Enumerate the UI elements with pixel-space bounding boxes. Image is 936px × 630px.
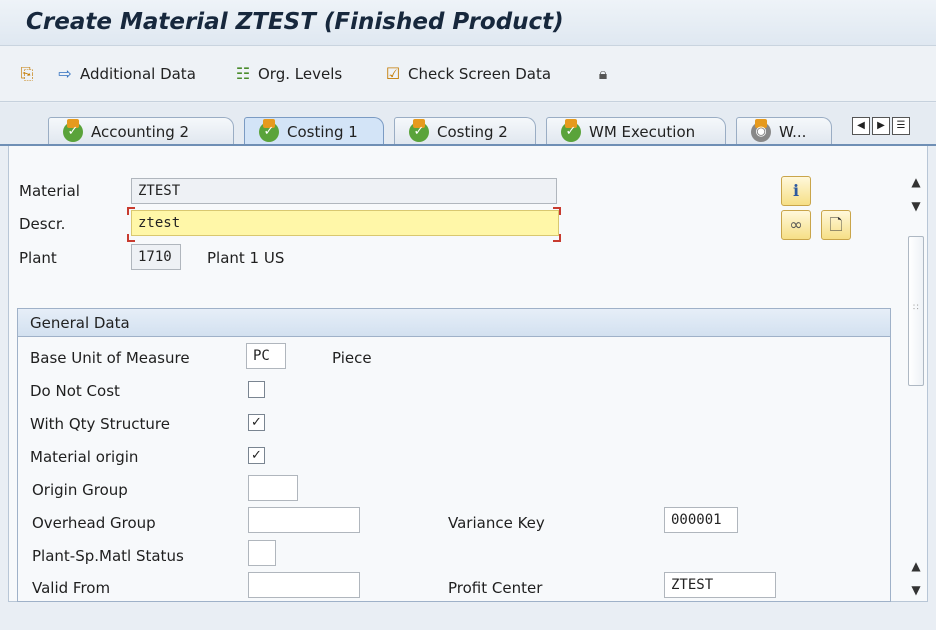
check-screen-data-icon: ☑	[385, 64, 401, 83]
scroll-down-arrow-icon[interactable]: ▼	[906, 582, 926, 598]
lock-button[interactable]: 🔒︎	[594, 62, 612, 86]
do-not-cost-checkbox[interactable]	[248, 381, 265, 398]
scroll-up-arrow-icon[interactable]: ▲	[906, 558, 926, 574]
tab-label: W...	[779, 123, 807, 141]
check-screen-data-label: Check Screen Data	[408, 65, 552, 83]
tab-label: WM Execution	[589, 123, 696, 141]
check-screen-data-button[interactable]: ☑ Check Screen Data	[384, 62, 551, 86]
base-uom-label: Base Unit of Measure	[30, 349, 190, 367]
plant-field: 1710	[131, 244, 181, 270]
info-button[interactable]: i	[781, 176, 811, 206]
tab-label: Costing 2	[437, 123, 508, 141]
plant-label: Plant	[19, 249, 57, 267]
plant-sp-matl-status-label: Plant-Sp.Matl Status	[32, 547, 184, 565]
grip-icon: ∷	[913, 303, 919, 313]
tab-wm-execution[interactable]: ✓ WM Execution	[546, 117, 726, 146]
radio-icon: ◉	[751, 119, 771, 142]
valid-from-label: Valid From	[32, 579, 111, 597]
copy-icon: ⎘	[20, 64, 34, 83]
application-toolbar: ⎘ ⇨ Additional Data ☷ Org. Levels ☑ Chec…	[0, 46, 936, 102]
origin-group-input[interactable]	[248, 475, 298, 501]
org-levels-button[interactable]: ☷ Org. Levels	[234, 62, 342, 86]
focus-bracket	[127, 234, 135, 242]
tab-w-truncated[interactable]: ◉ W...	[736, 117, 832, 146]
page-title: Create Material ZTEST (Finished Product)	[26, 9, 564, 35]
tab-list-button[interactable]: ☰	[892, 117, 910, 135]
plant-text: Plant 1 US	[207, 249, 285, 267]
title-bar: Create Material ZTEST (Finished Product)	[0, 0, 936, 46]
org-levels-label: Org. Levels	[258, 65, 343, 83]
glasses-button[interactable]: ∞	[781, 210, 811, 240]
variance-key-input[interactable]: 000001	[664, 507, 738, 533]
profit-center-input[interactable]: ZTEST	[664, 572, 776, 598]
general-data-group: General Data Base Unit of Measure PC Pie…	[17, 308, 891, 602]
additional-data-button[interactable]: ⇨ Additional Data	[56, 62, 196, 86]
check-icon: ✓	[63, 119, 83, 142]
check-icon: ✓	[259, 119, 279, 142]
base-uom-input[interactable]: PC	[246, 343, 286, 369]
focus-bracket	[553, 207, 561, 215]
vertical-scrollbar[interactable]: ▲ ▼ ∷ ▲ ▼	[906, 166, 926, 602]
check-icon: ✓	[409, 119, 429, 142]
material-origin-label: Material origin	[30, 448, 139, 466]
tab-label: Accounting 2	[91, 123, 190, 141]
org-levels-icon: ☷	[235, 64, 251, 83]
document-icon: 🗋︎	[829, 215, 843, 234]
check-icon: ✓	[561, 119, 581, 142]
overhead-group-input[interactable]	[248, 507, 360, 533]
overhead-group-label: Overhead Group	[32, 514, 156, 532]
variance-key-label: Variance Key	[448, 514, 545, 532]
material-field: ZTEST	[131, 178, 557, 204]
glasses-icon: ∞	[789, 215, 803, 234]
profit-center-label: Profit Center	[448, 579, 543, 597]
focus-bracket	[553, 234, 561, 242]
plant-sp-matl-status-input[interactable]	[248, 540, 276, 566]
material-label: Material	[19, 182, 80, 200]
tab-costing-1[interactable]: ✓ Costing 1	[244, 117, 384, 146]
status-bar	[0, 608, 936, 630]
descr-label: Descr.	[19, 215, 66, 233]
material-origin-checkbox[interactable]: ✓	[248, 447, 265, 464]
focus-bracket	[127, 207, 135, 215]
tab-accounting-2[interactable]: ✓ Accounting 2	[48, 117, 234, 146]
copy-button[interactable]: ⎘	[18, 62, 36, 86]
lock-icon: 🔒︎	[598, 64, 608, 83]
with-qty-structure-checkbox[interactable]: ✓	[248, 414, 265, 431]
scroll-up-arrow-icon[interactable]: ▲	[906, 174, 926, 190]
arrow-right-icon: ⇨	[58, 64, 72, 83]
tab-scroll-left-button[interactable]: ◀	[852, 117, 870, 135]
additional-data-label: Additional Data	[80, 65, 196, 83]
info-icon: i	[792, 181, 800, 200]
tab-scroll-right-button[interactable]: ▶	[872, 117, 890, 135]
tab-label: Costing 1	[287, 123, 358, 141]
new-document-button[interactable]: 🗋︎	[821, 210, 851, 240]
origin-group-label: Origin Group	[32, 481, 128, 499]
tab-strip: ✓ Accounting 2 ✓ Costing 1 ✓ Costing 2 ✓…	[0, 103, 936, 146]
descr-input[interactable]: ztest	[131, 210, 559, 236]
valid-from-input[interactable]	[248, 572, 360, 598]
base-uom-text: Piece	[332, 349, 372, 367]
with-qty-structure-label: With Qty Structure	[30, 415, 170, 433]
general-data-header: General Data	[18, 309, 890, 337]
scroll-thumb[interactable]: ∷	[908, 236, 924, 386]
tab-costing-2[interactable]: ✓ Costing 2	[394, 117, 536, 146]
do-not-cost-label: Do Not Cost	[30, 382, 120, 400]
tab-content-costing-1: Material ZTEST Descr. ztest Plant 1710 P…	[8, 146, 928, 602]
scroll-down-arrow-icon[interactable]: ▼	[906, 198, 926, 214]
